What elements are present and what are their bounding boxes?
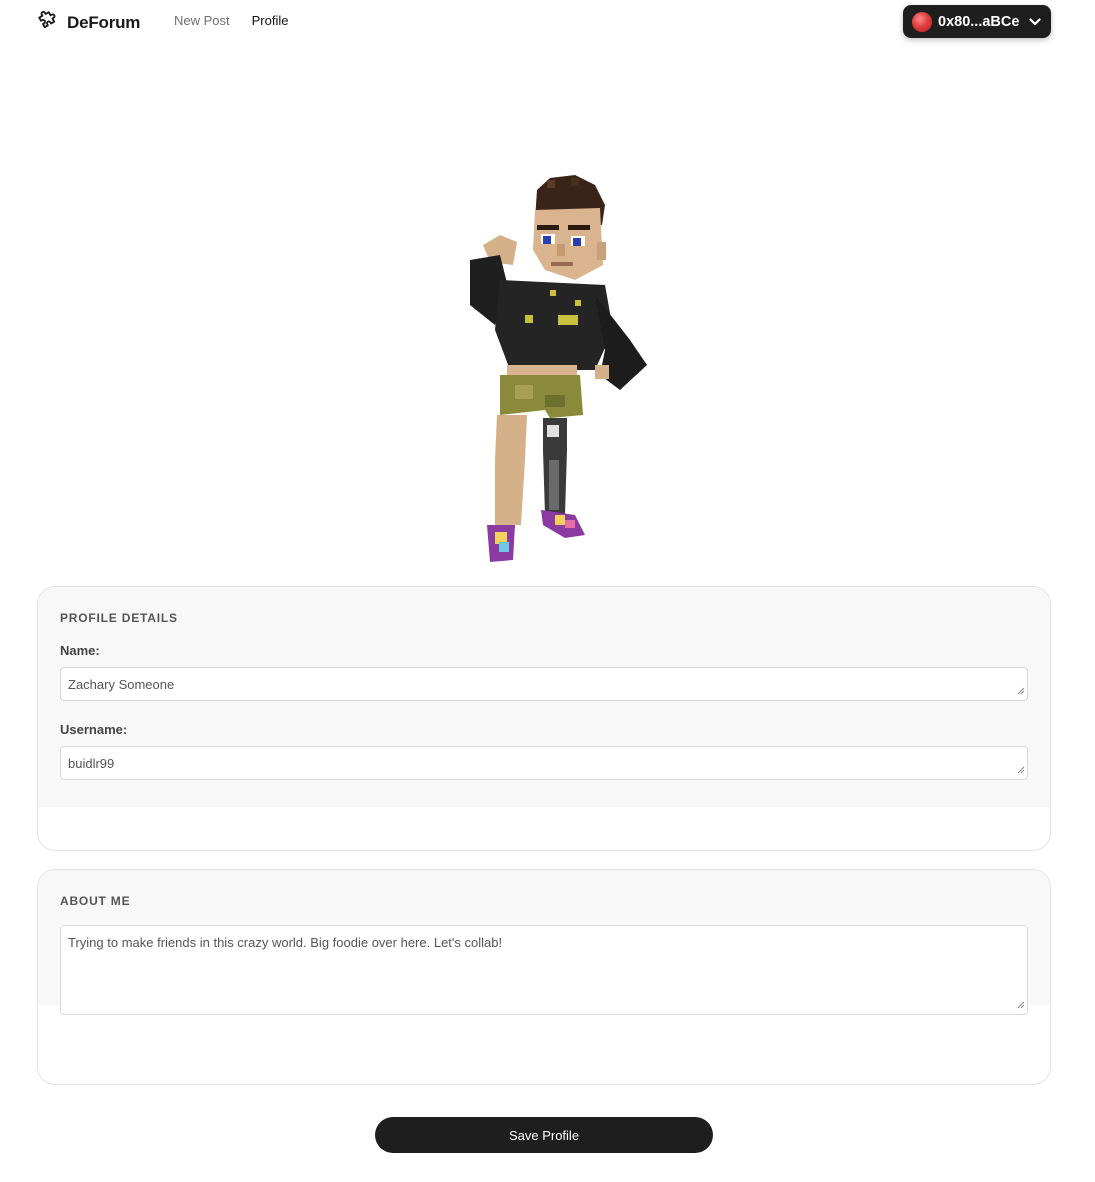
about-me-card: ABOUT ME Trying to make friends in this … bbox=[37, 869, 1051, 1085]
wallet-avatar bbox=[912, 11, 932, 32]
puzzle-icon bbox=[37, 9, 59, 36]
name-field[interactable]: Zachary Someone bbox=[60, 667, 1028, 701]
about-me-textarea[interactable]: Trying to make friends in this crazy wor… bbox=[60, 925, 1028, 1015]
resize-handle-icon[interactable] bbox=[1017, 997, 1025, 1012]
about-me-text: Trying to make friends in this crazy wor… bbox=[68, 935, 503, 950]
brand-logo[interactable]: DeForum bbox=[37, 9, 140, 36]
chevron-down-icon bbox=[1029, 14, 1041, 30]
wallet-address: 0x80...aBCe bbox=[938, 13, 1020, 30]
name-value: Zachary Someone bbox=[68, 677, 175, 692]
about-me-title: ABOUT ME bbox=[60, 894, 131, 908]
name-label: Name: bbox=[60, 643, 100, 658]
profile-avatar bbox=[455, 170, 655, 565]
save-profile-button[interactable]: Save Profile bbox=[375, 1117, 713, 1153]
nav-new-post[interactable]: New Post bbox=[174, 13, 230, 28]
username-field[interactable]: buidlr99 bbox=[60, 746, 1028, 780]
resize-handle-icon[interactable] bbox=[1017, 683, 1025, 698]
main-nav: New Post Profile bbox=[174, 13, 289, 28]
nav-profile[interactable]: Profile bbox=[252, 13, 289, 28]
profile-details-card: PROFILE DETAILS Name: Username: Zachary … bbox=[37, 586, 1051, 851]
username-value: buidlr99 bbox=[68, 756, 115, 771]
wallet-account-button[interactable]: 0x80...aBCe bbox=[903, 5, 1051, 38]
resize-handle-icon[interactable] bbox=[1017, 762, 1025, 777]
profile-details-title: PROFILE DETAILS bbox=[60, 611, 178, 625]
brand-name: DeForum bbox=[67, 12, 141, 32]
username-label: Username: bbox=[60, 722, 128, 737]
